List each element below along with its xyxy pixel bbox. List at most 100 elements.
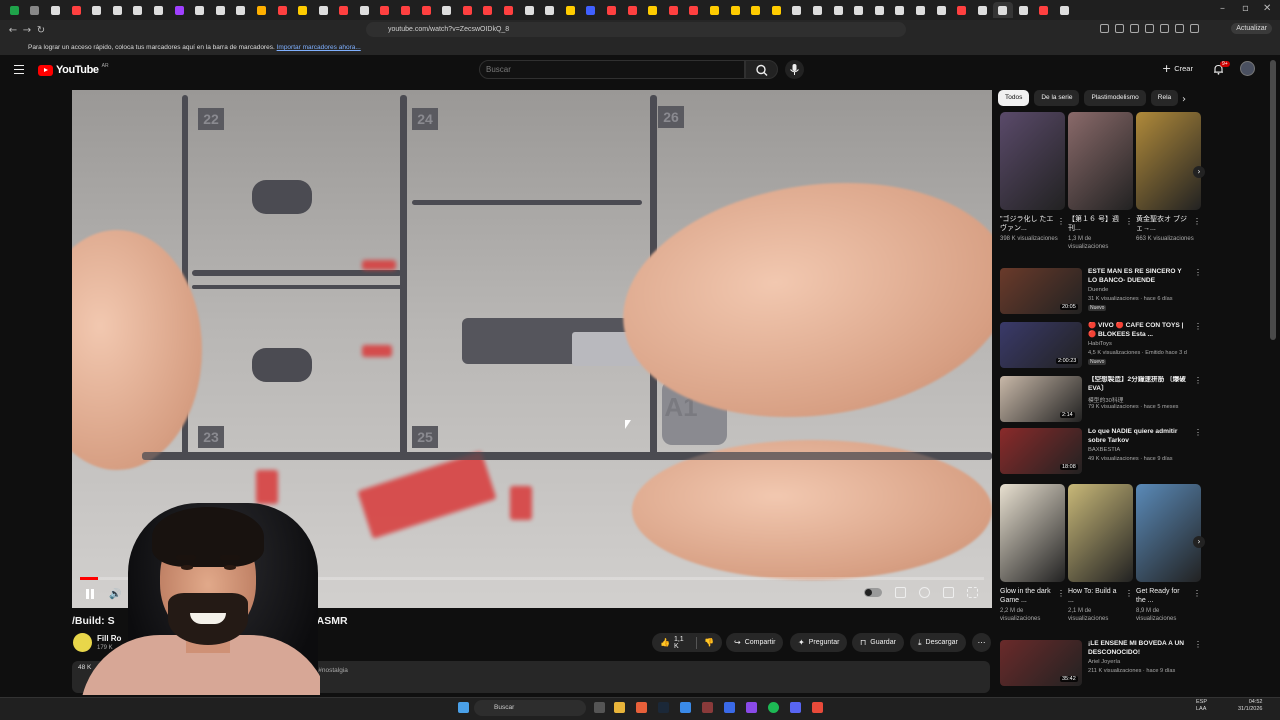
browser-tab[interactable] xyxy=(725,2,746,18)
browser-tab[interactable] xyxy=(231,2,252,18)
import-bookmarks-link[interactable]: Importar marcadores ahora... xyxy=(277,44,361,51)
browser-tab[interactable] xyxy=(272,2,293,18)
browser-tab[interactable] xyxy=(251,2,272,18)
browser-tab[interactable] xyxy=(25,2,46,18)
browser-tab[interactable] xyxy=(313,2,334,18)
browser-tab[interactable] xyxy=(375,2,396,18)
short-card[interactable]: 黄金聖衣オ ブジェ→... 663 K visualizaciones ⋮ xyxy=(1136,112,1201,243)
reload-icon[interactable]: ↻ xyxy=(34,23,48,37)
steam-icon[interactable] xyxy=(658,702,669,713)
voice-search-button[interactable] xyxy=(785,60,804,79)
share-button[interactable]: ↪ Compartir xyxy=(726,633,784,652)
short-card[interactable]: Get Ready for the ... 8,9 M de visualiza… xyxy=(1136,484,1201,623)
channel-name[interactable]: Duende xyxy=(1088,287,1108,293)
ask-button[interactable]: ✦ Preguntar xyxy=(790,633,848,652)
recommended-video[interactable]: 18:08 Lo que NADIE quiere admitir sobre … xyxy=(1000,428,1202,476)
chevron-right-icon[interactable]: › xyxy=(1182,94,1186,105)
short-card[interactable]: "ゴジラ化し たエヴァン... 398 K visualizaciones ⋮ xyxy=(1000,112,1065,243)
browser-tab[interactable] xyxy=(1054,2,1075,18)
more-vertical-icon[interactable]: ⋮ xyxy=(1194,376,1202,385)
more-actions-button[interactable]: ⋯ xyxy=(972,633,991,652)
browser-tab[interactable] xyxy=(210,2,231,18)
autoplay-toggle[interactable] xyxy=(864,588,882,597)
browser-tab[interactable] xyxy=(169,2,190,18)
discord-icon[interactable] xyxy=(790,702,801,713)
more-vertical-icon[interactable]: ⋮ xyxy=(1125,589,1133,598)
windows-start-icon[interactable] xyxy=(458,702,469,713)
app-icon[interactable] xyxy=(724,702,735,713)
browser-tab[interactable] xyxy=(148,2,169,18)
more-vertical-icon[interactable]: ⋮ xyxy=(1193,589,1201,598)
browser-tab[interactable] xyxy=(354,2,375,18)
browser-tab[interactable] xyxy=(539,2,560,18)
channel-name[interactable]: BAXBESTIA xyxy=(1088,447,1120,453)
browser-tab[interactable] xyxy=(704,2,725,18)
search-input[interactable]: Buscar xyxy=(479,60,745,79)
browser-tab[interactable] xyxy=(642,2,663,18)
browser-tab[interactable] xyxy=(910,2,931,18)
spotify-icon[interactable] xyxy=(768,702,779,713)
more-vertical-icon[interactable]: ⋮ xyxy=(1057,217,1065,226)
app-icon[interactable] xyxy=(702,702,713,713)
maximize-icon[interactable]: ▫ xyxy=(1242,3,1249,14)
extension-icon[interactable] xyxy=(1190,24,1199,33)
browser-tab[interactable] xyxy=(1013,2,1034,18)
browser-tab[interactable] xyxy=(581,2,602,18)
forward-icon[interactable]: → xyxy=(20,23,34,37)
more-vertical-icon[interactable]: ⋮ xyxy=(1193,217,1201,226)
extension-icon[interactable] xyxy=(1160,24,1169,33)
browser-tab[interactable] xyxy=(128,2,149,18)
browser-tab[interactable] xyxy=(560,2,581,18)
save-button[interactable]: ⊓ Guardar xyxy=(852,633,904,652)
browser-tab[interactable] xyxy=(395,2,416,18)
chip-all[interactable]: Todos xyxy=(998,90,1030,106)
browser-tab[interactable] xyxy=(86,2,107,18)
browser-tab[interactable] xyxy=(478,2,499,18)
recommended-video[interactable]: 35:42 ¡LE ENSEÑÉ MI BÓVEDA A UN DESCONOC… xyxy=(1000,640,1202,688)
browser-tab[interactable] xyxy=(766,2,787,18)
browser-tab[interactable] xyxy=(745,2,766,18)
recommended-video[interactable]: 20:05 ESTE MAN ES RE SINCERO Y LO BANCO-… xyxy=(1000,268,1202,316)
browser-tab[interactable] xyxy=(45,2,66,18)
browser-tab[interactable] xyxy=(890,2,911,18)
browser-tab[interactable] xyxy=(828,2,849,18)
menu-icon[interactable] xyxy=(14,65,24,74)
browser-tab[interactable] xyxy=(992,2,1014,18)
task-view-icon[interactable] xyxy=(594,702,605,713)
file-explorer-icon[interactable] xyxy=(614,702,625,713)
short-card[interactable]: 【第１６ 号】週刊... 1,3 M de visualizaciones ⋮ xyxy=(1068,112,1133,251)
extension-icon[interactable] xyxy=(1145,24,1154,33)
channel-name[interactable]: Ariel Joyería xyxy=(1088,659,1120,665)
page-scrollbar[interactable] xyxy=(1270,60,1276,340)
short-card[interactable]: Glow in the dark Game ... 2,2 M de visua… xyxy=(1000,484,1065,623)
browser-tab[interactable] xyxy=(66,2,87,18)
browser-tab[interactable] xyxy=(107,2,128,18)
shelf-next-icon[interactable]: › xyxy=(1193,536,1205,548)
extension-icon[interactable] xyxy=(1115,24,1124,33)
chip-model-kits[interactable]: Plastimodelismo xyxy=(1084,90,1146,106)
more-vertical-icon[interactable]: ⋮ xyxy=(1194,428,1202,437)
dislike-icon[interactable]: 👎 xyxy=(704,638,714,647)
like-icon[interactable]: 👍 xyxy=(660,638,670,647)
browser-tab[interactable] xyxy=(972,2,993,18)
browser-tab[interactable] xyxy=(498,2,519,18)
extension-icon[interactable] xyxy=(1175,24,1184,33)
browser-tab[interactable] xyxy=(189,2,210,18)
download-button[interactable]: ⤓ Descargar xyxy=(910,633,966,652)
update-browser-button[interactable]: Actualizar xyxy=(1231,23,1272,34)
browser-tab[interactable] xyxy=(807,2,828,18)
browser-tab[interactable] xyxy=(416,2,437,18)
browser-tab[interactable] xyxy=(787,2,808,18)
browser-tab[interactable] xyxy=(4,2,25,18)
minimize-icon[interactable]: – xyxy=(1220,3,1225,14)
browser-tab[interactable] xyxy=(622,2,643,18)
browser-tab[interactable] xyxy=(951,2,972,18)
browser-tab[interactable] xyxy=(519,2,540,18)
brave-browser-icon[interactable] xyxy=(636,702,647,713)
subtitles-icon[interactable] xyxy=(895,587,906,598)
channel-name[interactable]: 模型的30科理 xyxy=(1088,395,1123,404)
browser-tab[interactable] xyxy=(601,2,622,18)
browser-tab[interactable] xyxy=(869,2,890,18)
recommended-video[interactable]: 2:14 【空想製造】2分鐘速拼筋 〔爆破EVA〕 模型的30科理 79 K v… xyxy=(1000,376,1202,424)
shelf-next-icon[interactable]: › xyxy=(1193,166,1205,178)
